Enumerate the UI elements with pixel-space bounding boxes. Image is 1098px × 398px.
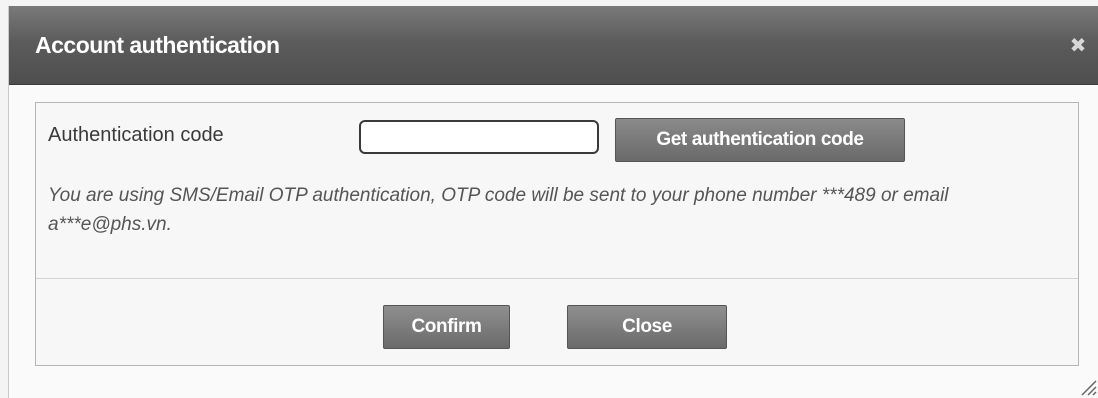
confirm-button[interactable]: Confirm (383, 305, 510, 349)
dialog-titlebar[interactable]: Account authentication ✖ (9, 6, 1098, 85)
dialog-title: Account authentication (35, 32, 280, 58)
account-authentication-dialog: Account authentication ✖ Authentication … (8, 6, 1098, 398)
resize-grip-icon[interactable] (1079, 378, 1097, 396)
divider (36, 278, 1078, 279)
authentication-code-input[interactable] (359, 120, 599, 154)
otp-notice-text: You are using SMS/Email OTP authenticati… (48, 185, 949, 235)
close-icon[interactable]: ✖ (1067, 34, 1089, 56)
close-button[interactable]: Close (567, 305, 727, 349)
get-authentication-code-button[interactable]: Get authentication code (615, 118, 905, 162)
authentication-code-label: Authentication code (48, 124, 224, 146)
dialog-content: Authentication code Get authentication c… (35, 102, 1079, 366)
